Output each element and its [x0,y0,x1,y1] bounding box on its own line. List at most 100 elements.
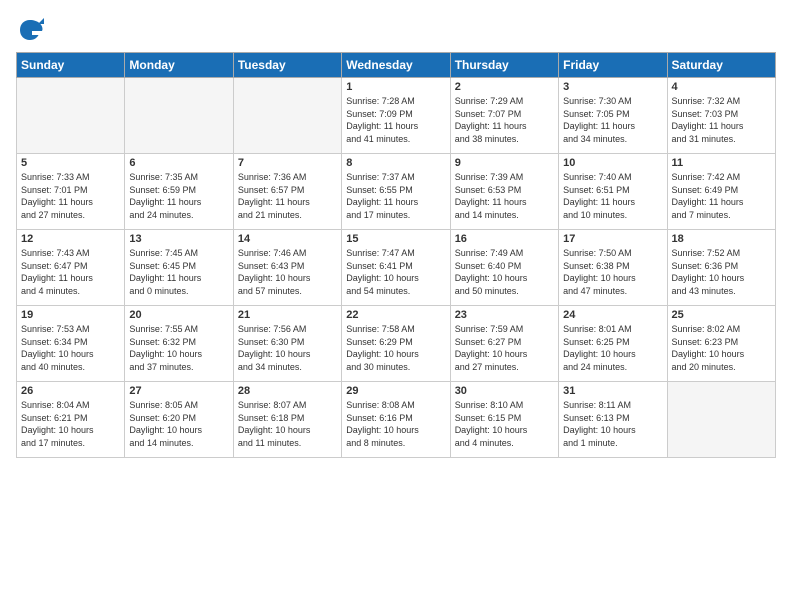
day-info: Sunrise: 7:30 AM Sunset: 7:05 PM Dayligh… [563,95,662,145]
calendar-cell: 20 Sunrise: 7:55 AM Sunset: 6:32 PM Dayli… [125,306,233,382]
calendar-table: SundayMondayTuesdayWednesdayThursdayFrid… [16,52,776,458]
calendar-cell: 10 Sunrise: 7:40 AM Sunset: 6:51 PM Dayli… [559,154,667,230]
calendar-cell: 7Sunrise: 7:36 AM Sunset: 6:57 PM Daylig… [233,154,341,230]
day-number: 9 [455,157,554,169]
calendar-cell: 11Sunrise: 7:42 AM Sunset: 6:49 PM Dayli… [667,154,775,230]
calendar-cell: 21 Sunrise: 7:56 AM Sunset: 6:30 PM Dayli… [233,306,341,382]
calendar-cell: 6 Sunrise: 7:35 AM Sunset: 6:59 PM Daylig… [125,154,233,230]
calendar-cell [667,382,775,458]
day-number: 2 [455,81,554,93]
calendar-cell: 17 Sunrise: 7:50 AM Sunset: 6:38 PM Dayli… [559,230,667,306]
week-row-2: 5 Sunrise: 7:33 AM Sunset: 7:01 PM Daylig… [17,154,776,230]
calendar-cell: 14Sunrise: 7:46 AM Sunset: 6:43 PM Dayli… [233,230,341,306]
day-number: 17 [563,233,662,245]
day-number: 8 [346,157,445,169]
day-number: 24 [563,309,662,321]
day-number: 26 [21,385,120,397]
weekday-header-wednesday: Wednesday [342,53,450,78]
day-info: Sunrise: 8:10 AM Sunset: 6:15 PM Dayligh… [455,399,554,449]
weekday-header-friday: Friday [559,53,667,78]
calendar-cell: 23Sunrise: 7:59 AM Sunset: 6:27 PM Dayli… [450,306,558,382]
day-number: 1 [346,81,445,93]
day-info: Sunrise: 7:40 AM Sunset: 6:51 PM Dayligh… [563,171,662,221]
day-info: Sunrise: 7:58 AM Sunset: 6:29 PM Dayligh… [346,323,445,373]
day-number: 10 [563,157,662,169]
page: SundayMondayTuesdayWednesdayThursdayFrid… [0,0,792,612]
day-number: 5 [21,157,120,169]
day-info: Sunrise: 8:04 AM Sunset: 6:21 PM Dayligh… [21,399,120,449]
day-info: Sunrise: 7:59 AM Sunset: 6:27 PM Dayligh… [455,323,554,373]
week-row-5: 26 Sunrise: 8:04 AM Sunset: 6:21 PM Dayli… [17,382,776,458]
calendar-cell: 12Sunrise: 7:43 AM Sunset: 6:47 PM Dayli… [17,230,125,306]
calendar-cell: 3 Sunrise: 7:30 AM Sunset: 7:05 PM Daylig… [559,78,667,154]
day-info: Sunrise: 7:29 AM Sunset: 7:07 PM Dayligh… [455,95,554,145]
day-info: Sunrise: 7:52 AM Sunset: 6:36 PM Dayligh… [672,247,771,297]
day-number: 6 [129,157,228,169]
calendar-cell: 31Sunrise: 8:11 AM Sunset: 6:13 PM Dayli… [559,382,667,458]
day-number: 25 [672,309,771,321]
day-info: Sunrise: 7:55 AM Sunset: 6:32 PM Dayligh… [129,323,228,373]
calendar-cell: 19 Sunrise: 7:53 AM Sunset: 6:34 PM Dayli… [17,306,125,382]
day-info: Sunrise: 7:46 AM Sunset: 6:43 PM Dayligh… [238,247,337,297]
calendar-cell: 24 Sunrise: 8:01 AM Sunset: 6:25 PM Dayli… [559,306,667,382]
day-info: Sunrise: 7:28 AM Sunset: 7:09 PM Dayligh… [346,95,445,145]
day-number: 30 [455,385,554,397]
weekday-header-saturday: Saturday [667,53,775,78]
calendar-cell: 2 Sunrise: 7:29 AM Sunset: 7:07 PM Daylig… [450,78,558,154]
logo-icon [16,16,44,44]
day-info: Sunrise: 7:50 AM Sunset: 6:38 PM Dayligh… [563,247,662,297]
day-info: Sunrise: 7:32 AM Sunset: 7:03 PM Dayligh… [672,95,771,145]
day-number: 18 [672,233,771,245]
calendar-cell: 27 Sunrise: 8:05 AM Sunset: 6:20 PM Dayli… [125,382,233,458]
day-number: 27 [129,385,228,397]
day-number: 19 [21,309,120,321]
day-info: Sunrise: 7:35 AM Sunset: 6:59 PM Dayligh… [129,171,228,221]
day-number: 20 [129,309,228,321]
weekday-header-sunday: Sunday [17,53,125,78]
week-row-1: 1 Sunrise: 7:28 AM Sunset: 7:09 PM Daylig… [17,78,776,154]
day-number: 13 [129,233,228,245]
calendar-cell: 9Sunrise: 7:39 AM Sunset: 6:53 PM Daylig… [450,154,558,230]
calendar-cell: 28 Sunrise: 8:07 AM Sunset: 6:18 PM Dayli… [233,382,341,458]
day-number: 22 [346,309,445,321]
day-info: Sunrise: 8:01 AM Sunset: 6:25 PM Dayligh… [563,323,662,373]
day-info: Sunrise: 7:56 AM Sunset: 6:30 PM Dayligh… [238,323,337,373]
day-info: Sunrise: 7:37 AM Sunset: 6:55 PM Dayligh… [346,171,445,221]
day-number: 15 [346,233,445,245]
day-info: Sunrise: 7:53 AM Sunset: 6:34 PM Dayligh… [21,323,120,373]
calendar-cell: 29Sunrise: 8:08 AM Sunset: 6:16 PM Dayli… [342,382,450,458]
calendar-cell: 15 Sunrise: 7:47 AM Sunset: 6:41 PM Dayli… [342,230,450,306]
day-number: 12 [21,233,120,245]
calendar-cell: 13 Sunrise: 7:45 AM Sunset: 6:45 PM Dayli… [125,230,233,306]
day-number: 28 [238,385,337,397]
weekday-header-tuesday: Tuesday [233,53,341,78]
calendar-cell: 25 Sunrise: 8:02 AM Sunset: 6:23 PM Dayli… [667,306,775,382]
calendar-cell [125,78,233,154]
calendar-cell [17,78,125,154]
week-row-4: 19 Sunrise: 7:53 AM Sunset: 6:34 PM Dayli… [17,306,776,382]
week-row-3: 12Sunrise: 7:43 AM Sunset: 6:47 PM Dayli… [17,230,776,306]
calendar-cell: 18 Sunrise: 7:52 AM Sunset: 6:36 PM Dayli… [667,230,775,306]
day-info: Sunrise: 8:02 AM Sunset: 6:23 PM Dayligh… [672,323,771,373]
weekday-header-row: SundayMondayTuesdayWednesdayThursdayFrid… [17,53,776,78]
day-info: Sunrise: 8:08 AM Sunset: 6:16 PM Dayligh… [346,399,445,449]
day-info: Sunrise: 7:36 AM Sunset: 6:57 PM Dayligh… [238,171,337,221]
day-info: Sunrise: 8:07 AM Sunset: 6:18 PM Dayligh… [238,399,337,449]
day-number: 4 [672,81,771,93]
weekday-header-monday: Monday [125,53,233,78]
calendar-cell: 1 Sunrise: 7:28 AM Sunset: 7:09 PM Daylig… [342,78,450,154]
day-number: 16 [455,233,554,245]
day-info: Sunrise: 8:05 AM Sunset: 6:20 PM Dayligh… [129,399,228,449]
logo [16,16,48,44]
calendar-cell: 5 Sunrise: 7:33 AM Sunset: 7:01 PM Daylig… [17,154,125,230]
day-info: Sunrise: 7:47 AM Sunset: 6:41 PM Dayligh… [346,247,445,297]
day-number: 21 [238,309,337,321]
day-number: 3 [563,81,662,93]
calendar-cell: 8 Sunrise: 7:37 AM Sunset: 6:55 PM Daylig… [342,154,450,230]
header [16,16,776,44]
calendar-cell: 16Sunrise: 7:49 AM Sunset: 6:40 PM Dayli… [450,230,558,306]
calendar-cell [233,78,341,154]
day-number: 31 [563,385,662,397]
day-info: Sunrise: 7:33 AM Sunset: 7:01 PM Dayligh… [21,171,120,221]
day-info: Sunrise: 7:45 AM Sunset: 6:45 PM Dayligh… [129,247,228,297]
